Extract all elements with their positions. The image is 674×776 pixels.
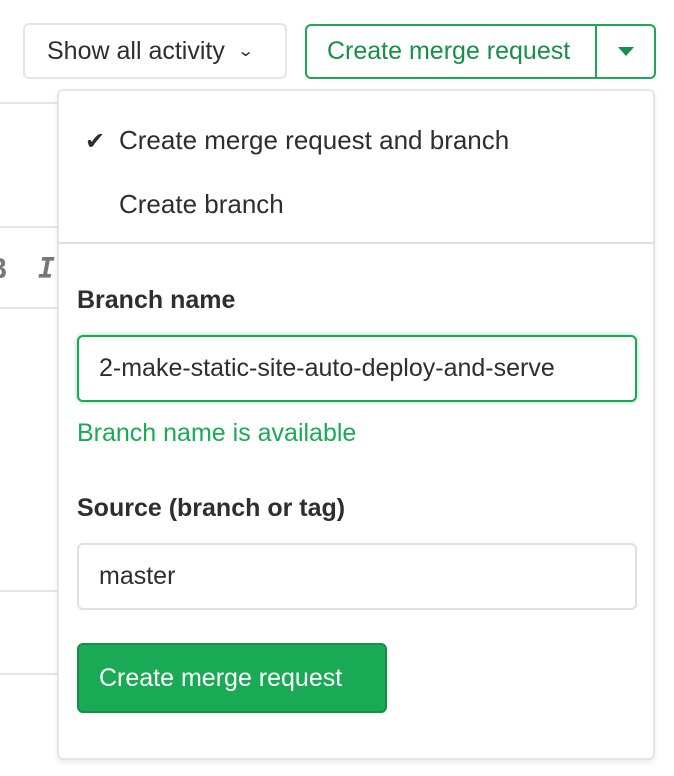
create-merge-request-dropdown: ✔ Create merge request and branch Create…: [57, 89, 655, 760]
bold-tool[interactable]: B: [0, 252, 7, 285]
create-merge-request-button[interactable]: Create merge request: [307, 26, 597, 77]
branch-name-input[interactable]: 2-make-static-site-auto-deploy-and-serve: [77, 335, 637, 402]
background-divider: [0, 590, 60, 592]
source-input[interactable]: master: [77, 543, 637, 610]
dropdown-divider: [59, 242, 653, 244]
submit-create-merge-request-button[interactable]: Create merge request: [77, 643, 387, 713]
option-label: Create branch: [119, 189, 284, 219]
background-divider: [0, 102, 60, 104]
background-divider: [0, 673, 60, 675]
background-divider: [0, 226, 60, 228]
branch-name-label: Branch name: [77, 286, 236, 314]
branch-status-message: Branch name is available: [77, 419, 357, 447]
option-label: Create merge request and branch: [119, 125, 510, 155]
check-icon: ✔: [85, 128, 106, 155]
italic-tool[interactable]: I: [38, 252, 55, 285]
caret-down-icon: [617, 47, 634, 56]
dropdown-toggle-button[interactable]: [597, 47, 654, 56]
activity-filter-label: Show all activity: [47, 36, 225, 65]
option-create-branch[interactable]: Create branch: [119, 189, 284, 220]
source-label: Source (branch or tag): [77, 494, 346, 522]
option-create-mr-and-branch[interactable]: ✔ Create merge request and branch: [85, 125, 510, 156]
chevron-down-icon: ⌄: [236, 43, 255, 60]
activity-filter-dropdown[interactable]: Show all activity ⌄: [23, 23, 287, 79]
create-merge-request-split-button: Create merge request: [305, 24, 656, 79]
background-divider: [0, 307, 60, 309]
